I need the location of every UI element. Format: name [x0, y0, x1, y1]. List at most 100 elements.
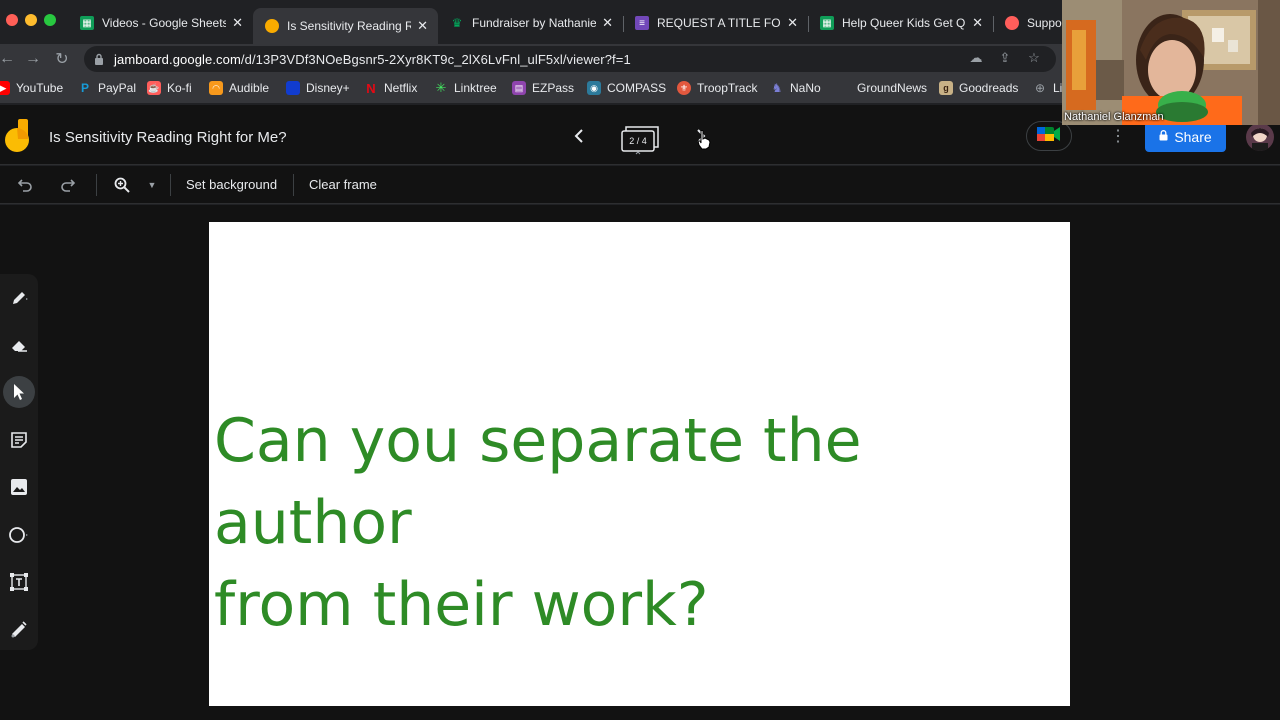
cloud-save-icon[interactable]: ☁ — [968, 50, 984, 66]
url-path: /d/13P3VDf3NOeBgsnr5-2Xyr8KT9c_2lX6LvFnl… — [240, 51, 631, 67]
select-icon[interactable] — [3, 376, 35, 408]
account-avatar[interactable] — [1246, 123, 1274, 151]
bookmark-label: Audible — [229, 81, 270, 95]
tab-title: Fundraiser by Nathaniel — [472, 16, 597, 30]
text-box-icon[interactable] — [3, 566, 35, 598]
paypal-icon: P — [80, 81, 89, 95]
maximize-window-button[interactable] — [44, 14, 56, 26]
bookmark-nano[interactable]: ♞ NaNo — [770, 81, 821, 95]
bookmark-label: COMPASS — [607, 81, 667, 95]
address-bar[interactable]: jamboard.google.com/d/13P3VDf3NOeBgsnr5-… — [84, 46, 1056, 72]
frame-counter-button[interactable]: 2 / 4 — [618, 123, 662, 155]
bookmark-youtube[interactable]: ▶ YouTube — [0, 81, 63, 95]
bookmark-label: NaNo — [790, 81, 821, 95]
minimize-window-button[interactable] — [25, 14, 37, 26]
bookmark-ezpass[interactable]: ▤ EZPass — [512, 81, 574, 95]
browser-tab-active[interactable]: Is Sensitivity Reading Ri ✕ — [253, 8, 438, 44]
laser-icon[interactable] — [3, 613, 35, 645]
bookmark-trooptrack[interactable]: ⚜ TroopTrack — [677, 81, 757, 95]
more-options-icon[interactable]: ⋮ — [1108, 125, 1128, 147]
lock-icon — [94, 53, 104, 65]
jam-frame[interactable]: Can you separate the author from their w… — [209, 222, 1070, 706]
bookmark-compass[interactable]: ◉ COMPASS — [587, 81, 666, 95]
bookmark-label: EZPass — [532, 81, 575, 95]
kofi-icon — [1005, 16, 1019, 30]
browser-tab[interactable]: Suppor — [993, 8, 1073, 38]
webcam-feed: Nathaniel Glanzman — [1062, 0, 1280, 125]
frame-text-box[interactable]: Can you separate the author from their w… — [214, 400, 1064, 646]
audible-icon: ◠ — [209, 81, 223, 95]
circle-icon[interactable] — [3, 519, 35, 551]
present-to-meet-button[interactable] — [1026, 121, 1072, 151]
frame-counter-text: 2 / 4 — [629, 136, 647, 146]
zoom-icon[interactable] — [111, 174, 133, 196]
frame-text-line: from their work? — [214, 570, 709, 640]
frame-text-line: Can you separate the author — [214, 406, 862, 558]
close-tab-icon[interactable]: ✕ — [417, 18, 428, 34]
close-window-button[interactable] — [6, 14, 18, 26]
tab-title: Is Sensitivity Reading Ri — [287, 19, 412, 33]
bookmark-label: Ko-fi — [167, 81, 192, 95]
bookmark-groundnews[interactable]: GroundNews — [837, 81, 927, 95]
share-label: Share — [1174, 129, 1212, 145]
bookmark-label: Disney+ — [306, 81, 350, 95]
pen-icon[interactable] — [3, 282, 35, 314]
tab-title: Videos - Google Sheets — [102, 16, 227, 30]
tab-title: REQUEST A TITLE FOR — [657, 16, 782, 30]
goodreads-icon: g — [939, 81, 953, 95]
bookmark-paypal[interactable]: P PayPal — [78, 81, 136, 95]
bookmark-netflix[interactable]: N Netflix — [364, 81, 418, 96]
clear-frame-button[interactable]: Clear frame — [309, 177, 377, 192]
lock-icon — [1159, 130, 1168, 144]
sheets-icon: ▦ — [80, 16, 94, 30]
gofundme-icon: ♛ — [451, 16, 463, 30]
browser-tab[interactable]: ▦ Videos - Google Sheets ✕ — [68, 8, 253, 38]
bookmark-goodreads[interactable]: g Goodreads — [939, 81, 1018, 95]
close-tab-icon[interactable]: ✕ — [972, 15, 983, 31]
compass-icon: ◉ — [587, 81, 601, 95]
bookmark-label: PayPal — [98, 81, 137, 95]
bookmark-disney[interactable]: Disney+ — [286, 81, 350, 95]
tab-title: Suppor — [1027, 16, 1063, 30]
bookmark-label: YouTube — [16, 81, 64, 95]
close-tab-icon[interactable]: ✕ — [787, 15, 798, 31]
document-title[interactable]: Is Sensitivity Reading Right for Me? — [49, 129, 287, 146]
forms-icon: ≡ — [635, 16, 649, 30]
browser-tab[interactable]: ♛ Fundraiser by Nathaniel ✕ — [438, 8, 623, 38]
share-page-icon[interactable]: ⇪ — [997, 50, 1013, 66]
bookmark-label: Goodreads — [959, 81, 1019, 95]
previous-frame-button[interactable] — [568, 125, 590, 147]
eraser-icon[interactable] — [3, 329, 35, 361]
zoom-dropdown-icon[interactable]: ▼ — [141, 174, 163, 196]
bookmark-kofi[interactable]: ☕ Ko-fi — [147, 81, 192, 95]
back-icon[interactable]: ← — [0, 48, 18, 70]
reload-icon[interactable]: ↻ — [51, 48, 73, 70]
forward-icon[interactable]: → — [22, 48, 44, 70]
bookmark-audible[interactable]: ◠ Audible — [209, 81, 269, 95]
disney-icon — [286, 81, 300, 95]
sticky-note-icon[interactable] — [3, 424, 35, 456]
redo-icon[interactable] — [57, 174, 79, 196]
browser-tab[interactable]: ▦ Help Queer Kids Get Qu ✕ — [808, 8, 993, 38]
bookmark-label: Li — [1053, 81, 1063, 95]
youtube-icon: ▶ — [0, 81, 10, 95]
share-button[interactable]: Share — [1145, 122, 1226, 152]
image-icon[interactable] — [3, 471, 35, 503]
jamboard-logo-icon[interactable] — [4, 119, 30, 153]
bookmark-label: GroundNews — [857, 81, 928, 95]
tool-palette — [0, 274, 38, 650]
google-meet-icon — [1036, 125, 1062, 148]
globe-icon: ⊕ — [1034, 81, 1046, 95]
set-background-button[interactable]: Set background — [186, 177, 277, 192]
browser-tab[interactable]: ≡ REQUEST A TITLE FOR ✕ — [623, 8, 808, 38]
bookmark-overflow[interactable]: ⊕ Li — [1033, 81, 1062, 95]
bookmark-label: Netflix — [384, 81, 418, 95]
bookmark-star-icon[interactable]: ☆ — [1026, 50, 1042, 66]
sheets-icon: ▦ — [820, 16, 834, 30]
webcam-image — [1062, 0, 1280, 125]
close-tab-icon[interactable]: ✕ — [232, 15, 243, 31]
nano-icon: ♞ — [771, 81, 783, 95]
bookmark-linktree[interactable]: ✳ Linktree — [434, 80, 497, 95]
close-tab-icon[interactable]: ✕ — [602, 15, 613, 31]
undo-icon[interactable] — [14, 174, 36, 196]
